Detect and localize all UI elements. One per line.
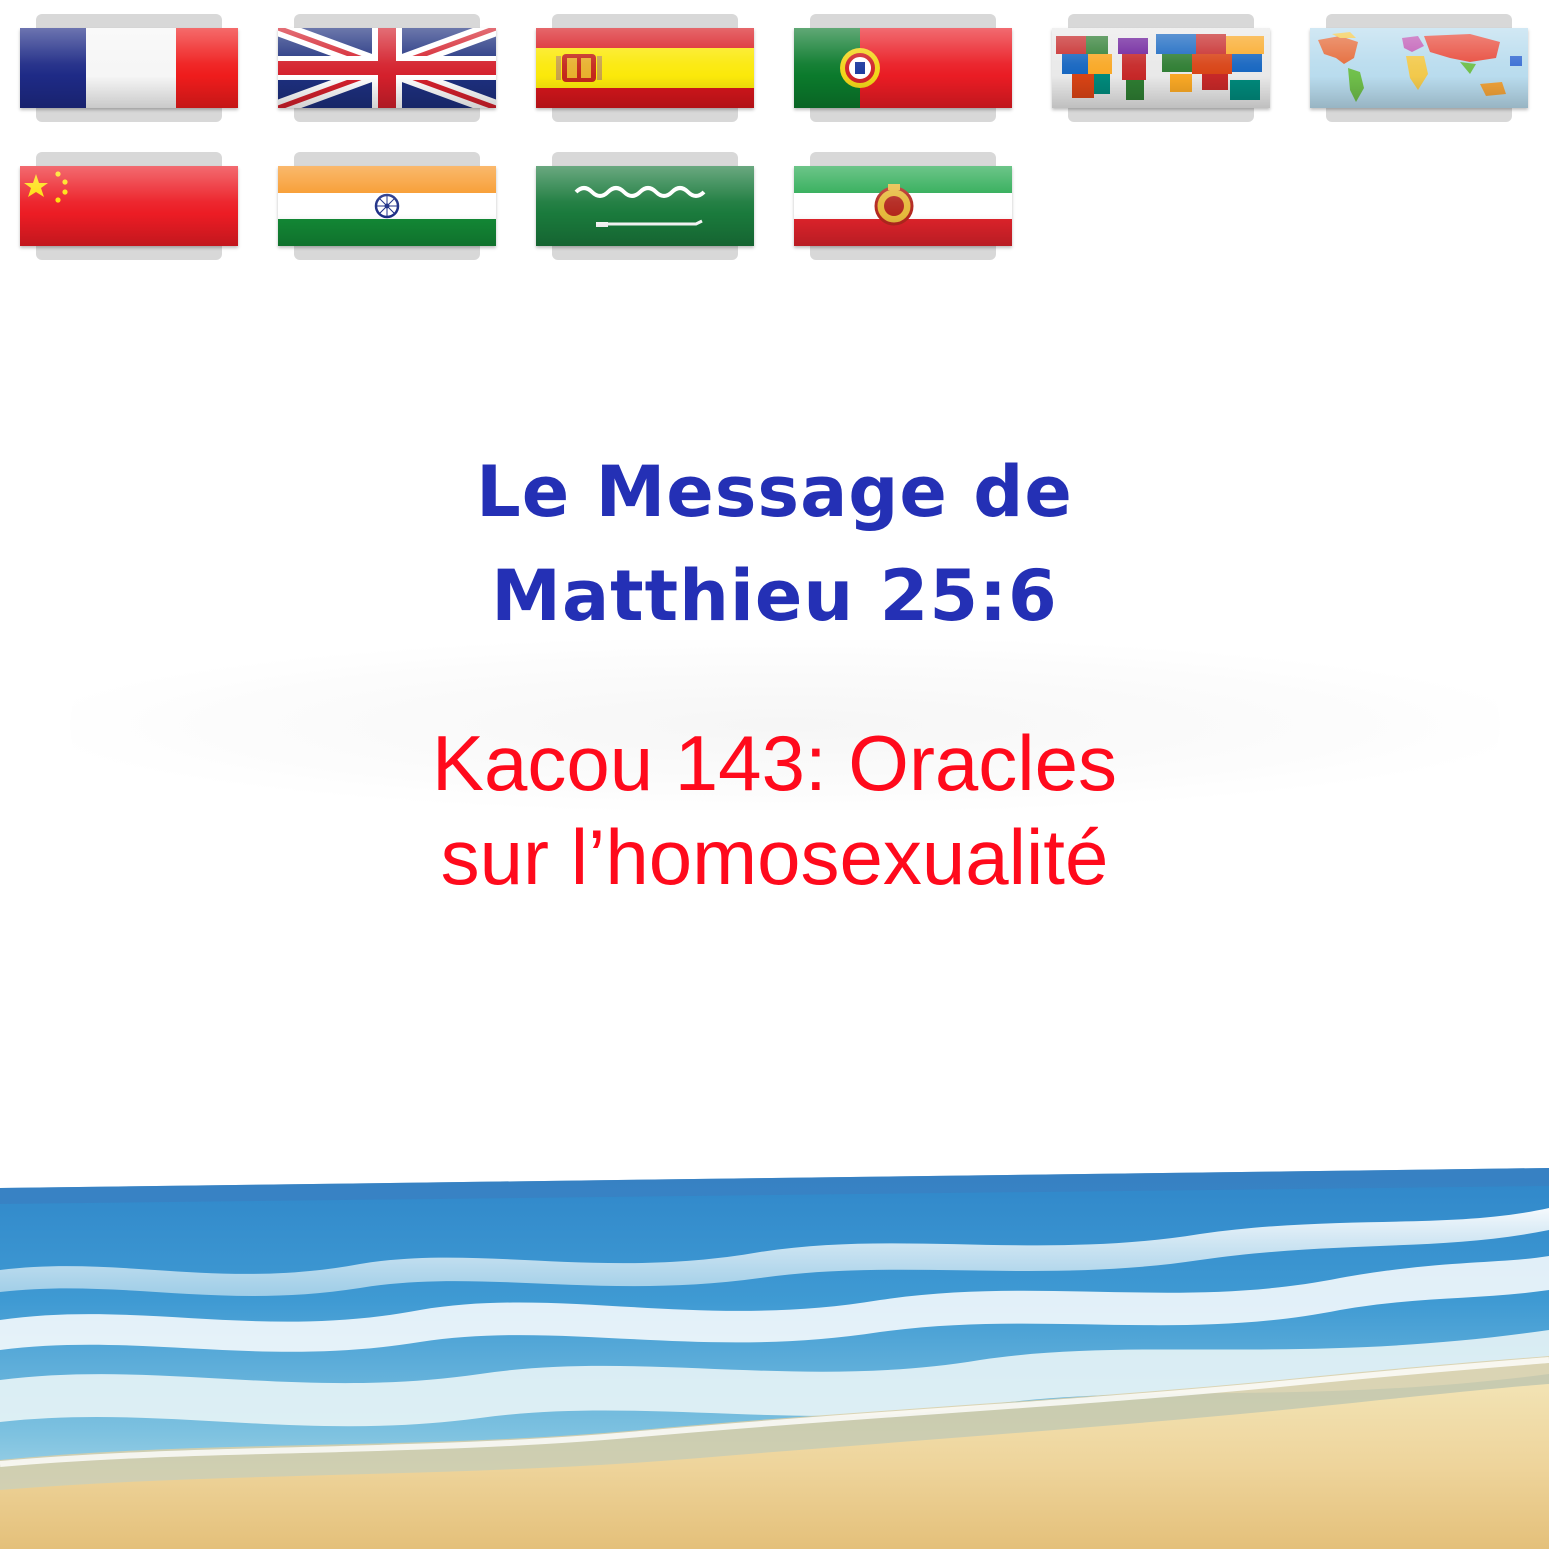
world-flags-map-icon	[1052, 28, 1270, 108]
world-map-icon	[1310, 28, 1528, 108]
portugal-flag-icon	[794, 28, 1012, 108]
page: Le Message de Matthieu 25:6 Kacou 143: O…	[0, 0, 1549, 1549]
language-button-persian[interactable]	[794, 152, 1012, 260]
united-kingdom-flag-icon	[278, 28, 496, 108]
china-flag-icon	[20, 166, 238, 246]
iran-flag-icon	[794, 166, 1012, 246]
language-button-arabic[interactable]	[536, 152, 754, 260]
language-button-spanish[interactable]	[536, 14, 754, 122]
language-button-world[interactable]	[1310, 14, 1528, 122]
language-button-chinese[interactable]	[20, 152, 238, 260]
page-subtitle: Kacou 143: Oracles sur l’homosexualité	[0, 716, 1549, 904]
saudi-arabia-flag-icon	[536, 166, 754, 246]
india-flag-icon	[278, 166, 496, 246]
language-button-english[interactable]	[278, 14, 496, 122]
page-title: Le Message de Matthieu 25:6	[0, 440, 1549, 648]
beach-scene-image	[0, 1160, 1549, 1549]
language-button-other-languages[interactable]	[1052, 14, 1270, 122]
spain-flag-icon	[536, 28, 754, 108]
language-button-hindi[interactable]	[278, 152, 496, 260]
title-line-2: Matthieu 25:6	[491, 555, 1058, 637]
title-line-1: Le Message de	[476, 451, 1073, 533]
france-flag-icon	[20, 28, 238, 108]
subtitle-line-2: sur l’homosexualité	[440, 813, 1109, 901]
subtitle-line-1: Kacou 143: Oracles	[431, 719, 1118, 807]
language-button-portuguese[interactable]	[794, 14, 1012, 122]
language-button-french[interactable]	[20, 14, 238, 122]
